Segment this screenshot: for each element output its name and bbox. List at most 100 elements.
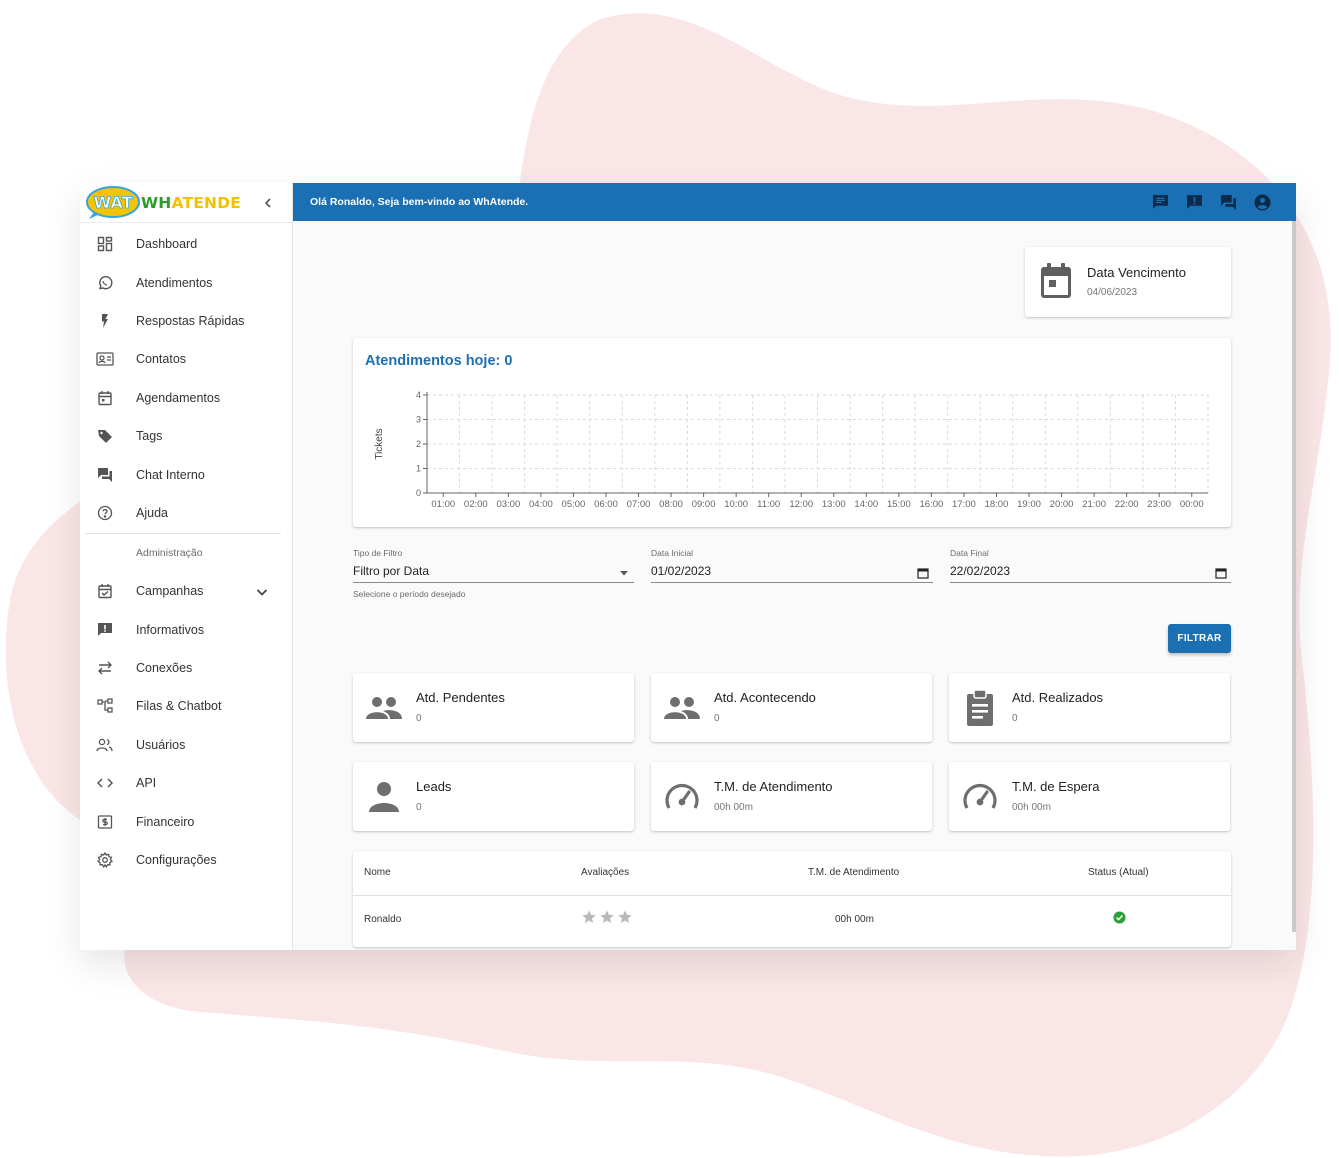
row-name: Ronaldo bbox=[364, 914, 402, 925]
sidebar-item-label: Atendimentos bbox=[136, 275, 213, 290]
status-online-icon bbox=[1113, 911, 1126, 924]
stat-value: 00h 00m bbox=[714, 802, 753, 813]
event-available-icon bbox=[94, 580, 116, 602]
chat-icon[interactable] bbox=[1151, 193, 1170, 212]
x-tick-label: 06:00 bbox=[594, 499, 618, 510]
greeting-text: Olá Ronaldo, Seja bem-vindo ao WhAtende. bbox=[310, 196, 529, 208]
sidebar-item-api[interactable]: API bbox=[80, 764, 292, 802]
announcement-icon[interactable] bbox=[1185, 193, 1204, 212]
sidebar-item-label: Tags bbox=[136, 429, 163, 444]
calendar-icon[interactable] bbox=[917, 565, 929, 579]
announcement-icon bbox=[94, 619, 116, 641]
sidebar-item-configuracoes[interactable]: Configurações bbox=[80, 841, 292, 879]
x-tick-label: 22:00 bbox=[1115, 499, 1139, 510]
calendar-icon[interactable] bbox=[1215, 565, 1227, 579]
logo-part-1: WH bbox=[141, 193, 172, 212]
logo-wordmark: WHATENDE bbox=[141, 194, 241, 212]
stat-title: Atd. Pendentes bbox=[416, 690, 505, 705]
brand: WAT WHATENDE bbox=[80, 183, 292, 223]
sidebar-item-contatos[interactable]: Contatos bbox=[80, 340, 292, 378]
sidebar-item-label: Conexões bbox=[136, 661, 193, 676]
star-icon[interactable] bbox=[617, 909, 633, 925]
table-header-tm: T.M. de Atendimento bbox=[808, 867, 900, 878]
sidebar-item-conexoes[interactable]: Conexões bbox=[80, 649, 292, 687]
stat-title: Atd. Acontecendo bbox=[714, 690, 816, 705]
filter-button[interactable]: FILTRAR bbox=[1168, 624, 1231, 653]
x-tick-label: 18:00 bbox=[985, 499, 1009, 510]
tickets-chart-card: Atendimentos hoje: 0 0 1 2 3 4 01:00 02:00 03:0… bbox=[353, 338, 1231, 527]
settings-icon bbox=[94, 849, 116, 871]
star-icon[interactable] bbox=[581, 909, 597, 925]
sidebar-item-label: Agendamentos bbox=[136, 390, 221, 405]
group-icon bbox=[365, 689, 403, 727]
filter-type-field: Tipo de Filtro Filtro por Data Selecione… bbox=[353, 548, 634, 599]
stat-value: 0 bbox=[416, 802, 422, 813]
x-tick-label: 14:00 bbox=[854, 499, 878, 510]
sidebar-item-informativos[interactable]: Informativos bbox=[80, 611, 292, 649]
sidebar-item-campanhas[interactable]: Campanhas bbox=[80, 572, 292, 610]
calendar-icon bbox=[94, 387, 116, 409]
sidebar: WAT WHATENDE Dashboard Atendimentos Resp… bbox=[80, 183, 293, 950]
filter-type-helper: Selecione o período desejado bbox=[353, 589, 466, 599]
end-date-field: Data Final 22/02/2023 bbox=[950, 548, 1231, 583]
sidebar-item-atendimentos[interactable]: Atendimentos bbox=[80, 263, 292, 301]
sidebar-item-filas-chatbot[interactable]: Filas & Chatbot bbox=[80, 687, 292, 725]
sync-alt-icon bbox=[94, 657, 116, 679]
x-tick-label: 07:00 bbox=[627, 499, 651, 510]
attendants-table: Nome Avaliações T.M. de Atendimento Stat… bbox=[353, 851, 1231, 947]
app-window: WAT WHATENDE Dashboard Atendimentos Resp… bbox=[80, 183, 1296, 950]
start-date-input[interactable]: 01/02/2023 bbox=[651, 561, 933, 583]
sidebar-item-label: Respostas Rápidas bbox=[136, 313, 245, 328]
flash-icon bbox=[94, 310, 116, 332]
x-tick-label: 19:00 bbox=[1017, 499, 1041, 510]
chevron-down-icon[interactable] bbox=[254, 584, 270, 600]
dashboard-icon bbox=[94, 233, 116, 255]
sidebar-item-chat-interno[interactable]: Chat Interno bbox=[80, 455, 292, 493]
x-tick-label: 10:00 bbox=[724, 499, 748, 510]
x-tick-label: 20:00 bbox=[1050, 499, 1074, 510]
wat-logo-icon: WAT bbox=[86, 185, 140, 220]
end-date-label: Data Final bbox=[950, 548, 989, 558]
admin-subheader: Administração bbox=[136, 547, 203, 560]
x-tick-label: 23:00 bbox=[1147, 499, 1171, 510]
sidebar-item-usuarios[interactable]: Usuários bbox=[80, 726, 292, 764]
group-icon bbox=[663, 689, 701, 727]
x-tick-label: 21:00 bbox=[1082, 499, 1106, 510]
stat-card-pendentes: Atd. Pendentes 0 bbox=[353, 673, 634, 742]
scrollbar[interactable] bbox=[1292, 221, 1296, 932]
sidebar-item-tags[interactable]: Tags bbox=[80, 417, 292, 455]
sidebar-item-label: Financeiro bbox=[136, 814, 195, 829]
chevron-left-icon[interactable] bbox=[258, 193, 278, 213]
whatsapp-icon bbox=[94, 272, 116, 294]
x-tick-label: 09:00 bbox=[692, 499, 716, 510]
sidebar-item-dashboard[interactable]: Dashboard bbox=[80, 225, 292, 263]
logo-badge-text: WAT bbox=[94, 193, 133, 212]
stat-value: 0 bbox=[714, 713, 720, 724]
stat-card-leads: Leads 0 bbox=[353, 762, 634, 831]
rating-stars[interactable] bbox=[581, 909, 633, 925]
x-tick-label: 08:00 bbox=[659, 499, 683, 510]
x-tick-label: 05:00 bbox=[562, 499, 586, 510]
stat-title: T.M. de Espera bbox=[1012, 779, 1100, 794]
stat-title: Atd. Realizados bbox=[1012, 690, 1104, 705]
sidebar-item-agendamentos[interactable]: Agendamentos bbox=[80, 379, 292, 417]
sidebar-item-label: Ajuda bbox=[136, 505, 168, 520]
account-circle-icon[interactable] bbox=[1253, 193, 1272, 212]
forum-icon bbox=[94, 464, 116, 486]
sidebar-item-financeiro[interactable]: Financeiro bbox=[80, 802, 292, 840]
sidebar-item-ajuda[interactable]: Ajuda bbox=[80, 494, 292, 532]
appbar-actions bbox=[1151, 193, 1272, 212]
x-tick-label: 03:00 bbox=[496, 499, 520, 510]
main-nav: Dashboard Atendimentos Respostas Rápidas… bbox=[80, 223, 292, 532]
end-date-input[interactable]: 22/02/2023 bbox=[950, 561, 1231, 583]
app-bar: Olá Ronaldo, Seja bem-vindo ao WhAtende. bbox=[293, 183, 1296, 221]
filter-type-value: Filtro por Data bbox=[353, 564, 430, 578]
logo-part-2: ATENDE bbox=[171, 193, 242, 212]
stat-card-tm-espera: T.M. de Espera 00h 00m bbox=[949, 762, 1230, 831]
sidebar-item-respostas-rapidas[interactable]: Respostas Rápidas bbox=[80, 302, 292, 340]
forum-icon[interactable] bbox=[1219, 193, 1238, 212]
dropdown-arrow-icon bbox=[618, 565, 630, 577]
star-icon[interactable] bbox=[599, 909, 615, 925]
tickets-chart: 0 1 2 3 4 01:00 02:00 03:00 04:00 05:00 06:00 07:00… bbox=[374, 390, 1209, 510]
filter-type-select[interactable]: Filtro por Data bbox=[353, 561, 634, 583]
